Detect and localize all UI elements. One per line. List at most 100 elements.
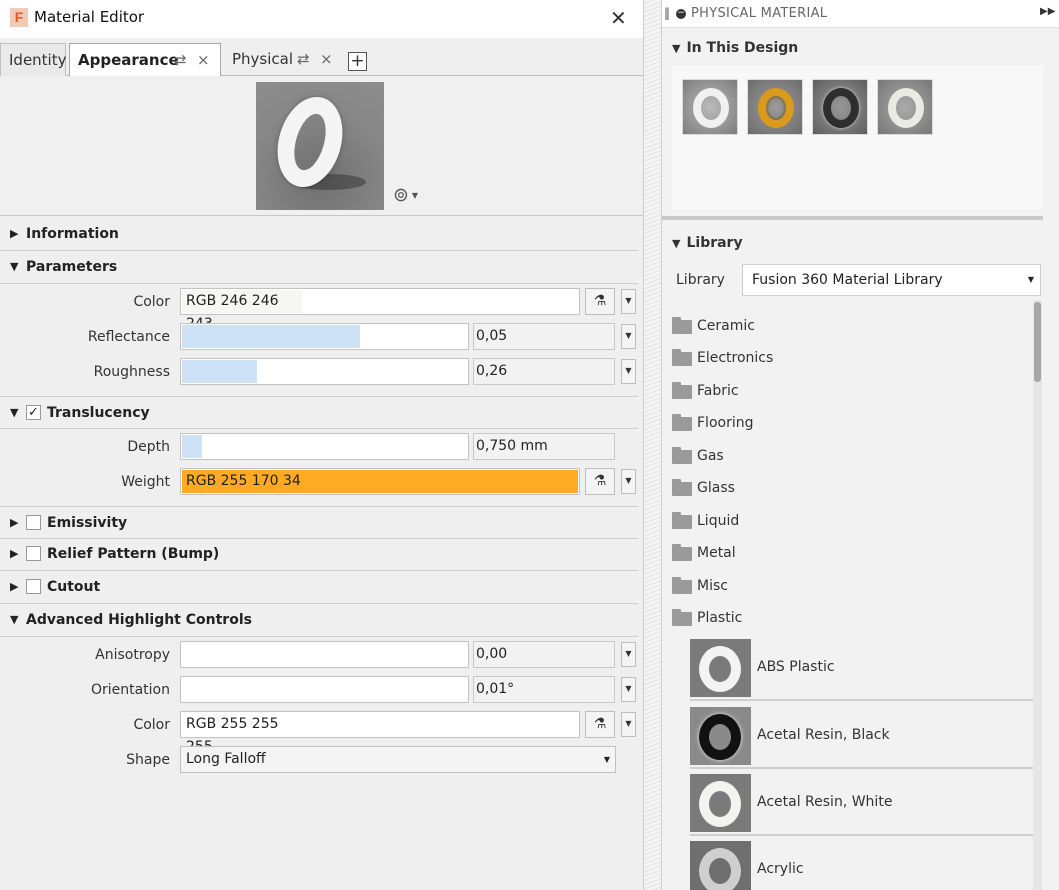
material-item[interactable]: Acetal Resin, Black — [690, 705, 1033, 769]
orientation-label: Orientation — [90, 682, 170, 698]
tab-physical[interactable]: Physical ⇄ × — [224, 43, 342, 76]
dropdown-arrow-icon[interactable]: ▼ — [621, 642, 636, 667]
reflectance-slider[interactable] — [180, 323, 469, 350]
material-label: Acetal Resin, Black — [757, 727, 890, 743]
folder-label: Glass — [697, 480, 735, 496]
expand-triangle-icon: ▶ — [10, 227, 19, 240]
shape-select[interactable]: Long Falloff ▼ — [180, 746, 616, 773]
depth-slider[interactable] — [180, 433, 469, 460]
title-bar: F Material Editor ✕ — [0, 0, 643, 37]
dropdown-arrow-icon: ▼ — [603, 755, 610, 764]
param-color-row: Color RGB 246 246 243 ⚗ ▼ — [0, 288, 643, 332]
collapse-panel-icon[interactable]: − — [676, 9, 686, 19]
roughness-value[interactable]: 0,26 — [473, 358, 615, 385]
expand-panel-icon[interactable]: ▶▶ — [1040, 6, 1055, 17]
roughness-slider[interactable] — [180, 358, 469, 385]
section-information[interactable]: ▶ Information — [0, 218, 638, 251]
advanced-color-row: Color RGB 255 255 255 ⚗ ▼ — [0, 711, 643, 755]
appearance-content: ▶ Information ▼ Parameters Color RGB 246… — [0, 216, 643, 890]
color-picker-icon[interactable]: ⚗ — [585, 288, 615, 315]
depth-label: Depth — [127, 439, 170, 455]
close-window-icon[interactable]: ✕ — [610, 6, 627, 30]
dropdown-arrow-icon[interactable]: ▼ — [621, 677, 636, 702]
dropdown-arrow-icon[interactable]: ▼ — [621, 712, 636, 737]
design-material-thumb[interactable] — [877, 79, 933, 135]
close-tab-icon[interactable]: × — [197, 44, 210, 76]
preview-area: ⊚ ▼ — [0, 76, 643, 216]
advanced-orientation-row: Orientation 0,01° ▼ — [0, 676, 643, 706]
depth-value[interactable]: 0,750 mm — [473, 433, 615, 460]
section-advanced-highlight[interactable]: ▼ Advanced Highlight Controls — [0, 604, 638, 637]
highlight-color-field[interactable]: RGB 255 255 255 — [180, 711, 580, 755]
material-item[interactable]: Acrylic — [690, 839, 1033, 890]
library-select[interactable]: Fusion 360 Material Library ▼ — [742, 264, 1041, 296]
orientation-slider[interactable] — [180, 676, 469, 703]
cutout-checkbox[interactable] — [26, 579, 41, 594]
color-swatch-value: RGB 246 246 243 — [182, 290, 302, 332]
tab-appearance-label: Appearance — [78, 51, 179, 69]
folder-label: Fabric — [697, 383, 739, 399]
close-tab-icon[interactable]: × — [320, 43, 333, 75]
dropdown-arrow-icon[interactable]: ▼ — [621, 324, 636, 349]
orientation-value[interactable]: 0,01° — [473, 676, 615, 703]
panel-divider[interactable] — [643, 0, 662, 890]
collapse-triangle-icon: ▼ — [672, 237, 681, 250]
grip-icon[interactable]: ‖ — [664, 6, 670, 20]
section-emissivity[interactable]: ▶ Emissivity — [0, 506, 638, 539]
design-material-thumb[interactable] — [812, 79, 868, 135]
weight-color-field[interactable]: RGB 255 170 34 — [180, 468, 580, 495]
color-picker-icon[interactable]: ⚗ — [585, 468, 615, 495]
swap-icon[interactable]: ⇄ — [174, 44, 187, 76]
section-label: Cutout — [47, 579, 101, 595]
dropdown-arrow-icon: ▼ — [1027, 275, 1034, 284]
dropdown-arrow-icon[interactable]: ▼ — [621, 469, 636, 494]
color-field[interactable]: RGB 246 246 243 — [180, 288, 580, 332]
tab-appearance[interactable]: Appearance ⇄ × — [69, 43, 221, 77]
fusion-logo-icon: F — [10, 8, 28, 27]
folder-icon — [672, 609, 692, 626]
library-field-label: Library — [676, 272, 725, 288]
section-relief-pattern[interactable]: ▶ Relief Pattern (Bump) — [0, 538, 638, 571]
folder-icon — [672, 544, 692, 561]
section-cutout[interactable]: ▶ Cutout — [0, 571, 638, 604]
folder-icon — [672, 512, 692, 529]
anisotropy-slider[interactable] — [180, 641, 469, 668]
relief-checkbox[interactable] — [26, 546, 41, 561]
material-item[interactable]: ABS Plastic — [690, 637, 1033, 701]
add-tab-button[interactable]: + — [348, 52, 367, 71]
collapse-triangle-icon: ▼ — [10, 260, 19, 273]
swap-icon[interactable]: ⇄ — [297, 43, 310, 75]
collapse-triangle-icon: ▼ — [672, 42, 681, 55]
library-scrollbar[interactable] — [1033, 300, 1042, 890]
in-this-design-header[interactable]: ▼ In This Design — [672, 40, 798, 56]
section-parameters[interactable]: ▼ Parameters — [0, 251, 638, 284]
section-label: Parameters — [26, 259, 118, 275]
emissivity-checkbox[interactable] — [26, 515, 41, 530]
translucency-checkbox[interactable]: ✓ — [26, 405, 41, 420]
color-picker-icon[interactable]: ⚗ — [585, 711, 615, 738]
tab-identity[interactable]: Identity — [0, 43, 67, 76]
dropdown-arrow-icon[interactable]: ▼ — [621, 359, 636, 384]
highlight-swatch-value: RGB 255 255 255 — [182, 713, 302, 755]
roughness-label: Roughness — [93, 364, 170, 380]
design-material-thumb[interactable] — [682, 79, 738, 135]
anisotropy-value[interactable]: 0,00 — [473, 641, 615, 668]
material-thumbnail — [690, 707, 751, 765]
translucency-weight-row: Weight RGB 255 170 34 ⚗ ▼ — [0, 468, 643, 498]
scene-dropdown-icon[interactable]: ⊚ ▼ — [393, 184, 418, 206]
library-header[interactable]: ▼ Library — [672, 235, 743, 251]
dropdown-arrow-icon[interactable]: ▼ — [621, 289, 636, 314]
section-label: Emissivity — [47, 515, 128, 531]
reflectance-value[interactable]: 0,05 — [473, 323, 615, 350]
section-translucency[interactable]: ▼ ✓ Translucency — [0, 396, 638, 429]
folder-icon — [672, 317, 692, 334]
design-material-thumb[interactable] — [747, 79, 803, 135]
folder-label: Metal — [697, 545, 736, 561]
folder-label: Gas — [697, 448, 724, 464]
scrollbar-thumb[interactable] — [1034, 302, 1041, 382]
folder-label: Plastic — [697, 610, 743, 626]
in-this-design-label: In This Design — [686, 40, 799, 56]
expand-triangle-icon: ▶ — [10, 547, 19, 560]
folder-icon — [672, 382, 692, 399]
material-item[interactable]: Acetal Resin, White — [690, 772, 1033, 836]
